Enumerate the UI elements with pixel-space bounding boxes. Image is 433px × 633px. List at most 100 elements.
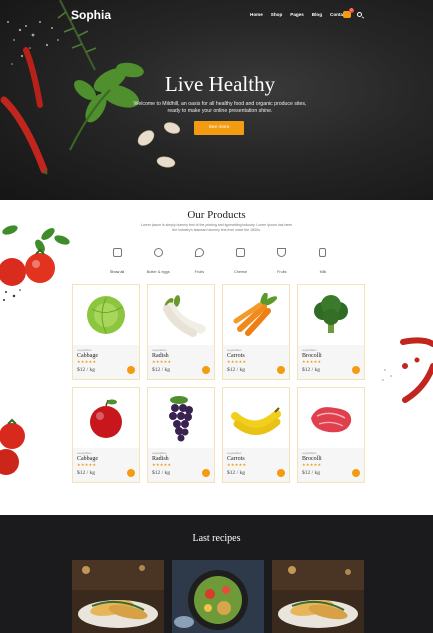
filter-label: Butter & eggs — [146, 270, 170, 274]
product-category: vegetables — [152, 451, 167, 455]
product-card[interactable]: vegetables Brocolli ★★★★★ $12 / kg — [297, 387, 365, 483]
filter-label: Milk — [319, 270, 327, 274]
hero-subtitle: Welcome to Mildhill, an oasis for all he… — [133, 101, 307, 114]
add-to-cart-icon[interactable] — [202, 366, 210, 374]
product-card[interactable]: vegetables Radish ★★★★★ $12 / kg — [147, 284, 215, 380]
filter-butter-eggs[interactable]: Butter & eggs — [141, 248, 175, 278]
cart-count-badge: 0 — [349, 8, 354, 13]
cabbage-image — [87, 296, 125, 334]
rating-stars: ★★★★★ — [302, 462, 322, 467]
product-image — [223, 388, 289, 448]
filter-show-all[interactable]: Show all — [100, 248, 134, 278]
product-info: vegetables Radish ★★★★★ $12 / kg — [148, 448, 214, 482]
recipe-card[interactable] — [272, 560, 364, 633]
product-info: vegetables Radish ★★★★★ $12 / kg — [148, 345, 214, 379]
nav-item-pages[interactable]: Pages — [290, 12, 304, 17]
product-image — [148, 285, 214, 345]
rating-stars: ★★★★★ — [152, 359, 172, 364]
add-to-cart-icon[interactable] — [202, 469, 210, 477]
recipe-card[interactable] — [172, 560, 264, 633]
site-logo[interactable]: Sophia — [71, 8, 111, 22]
add-to-cart-icon[interactable] — [127, 469, 135, 477]
recipe-image — [172, 560, 264, 633]
product-filters: Show all Butter & eggs Fruits Cheese Fru… — [100, 248, 340, 278]
cheese-icon — [236, 248, 246, 257]
product-category: vegetables — [227, 451, 242, 455]
filter-label: Fruits — [277, 270, 287, 274]
filter-label: Show all — [109, 270, 125, 274]
recipe-card[interactable] — [72, 560, 164, 633]
product-image — [148, 388, 214, 448]
tomato-cluster-decoration — [0, 418, 25, 475]
product-card[interactable]: vegetables Brocolli ★★★★★ $12 / kg — [297, 284, 365, 380]
bananas-image — [231, 407, 281, 435]
add-to-cart-icon[interactable] — [352, 366, 360, 374]
rating-stars: ★★★★★ — [302, 359, 322, 364]
product-category: vegetables — [77, 348, 92, 352]
basket-icon — [112, 248, 122, 257]
milk-icon — [319, 248, 327, 257]
nav-item-shop[interactable]: Shop — [271, 12, 282, 17]
egg-icon — [153, 248, 163, 257]
recipe-image — [272, 560, 364, 633]
filter-cheese[interactable]: Cheese — [224, 248, 258, 278]
rating-stars: ★★★★★ — [152, 462, 172, 467]
product-image — [298, 388, 364, 448]
product-card[interactable]: vegetables Carrots ★★★★★ $12 / kg — [222, 387, 290, 483]
see-more-button[interactable]: See more — [194, 121, 244, 135]
product-image — [223, 285, 289, 345]
product-card[interactable]: vegetables Cabbage ★★★★★ $12 / kg — [72, 387, 140, 483]
fruit-icon — [194, 248, 204, 257]
product-card[interactable]: vegetables Cabbage ★★★★★ $12 / kg — [72, 284, 140, 380]
rating-stars: ★★★★★ — [227, 359, 247, 364]
add-to-cart-icon[interactable] — [127, 366, 135, 374]
product-info: vegetables Carrots ★★★★★ $12 / kg — [223, 448, 289, 482]
grapes-image — [169, 396, 193, 442]
product-card[interactable]: vegetables Radish ★★★★★ $12 / kg — [147, 387, 215, 483]
tomatoes-decoration — [0, 225, 70, 301]
meat-image — [311, 407, 352, 433]
rating-stars: ★★★★★ — [77, 359, 97, 364]
filter-fruits[interactable]: Fruits — [182, 248, 216, 278]
nav-item-blog[interactable]: Blog — [312, 12, 322, 17]
product-info: vegetables Brocolli ★★★★★ $12 / kg — [298, 345, 364, 379]
search-icon[interactable] — [357, 12, 362, 17]
add-to-cart-icon[interactable] — [352, 469, 360, 477]
rating-stars: ★★★★★ — [227, 462, 247, 467]
add-to-cart-icon[interactable] — [277, 366, 285, 374]
product-category: vegetables — [302, 451, 317, 455]
filter-milk[interactable]: Milk — [306, 248, 340, 278]
hero-background-herbs — [0, 0, 181, 175]
radish-image — [163, 295, 206, 337]
filter-label: Fruits — [194, 270, 205, 274]
product-category: vegetables — [227, 348, 242, 352]
product-info: vegetables Cabbage ★★★★★ $12 / kg — [73, 448, 139, 482]
hero-section: Sophia Home Shop Pages Blog Contact 0 Li… — [0, 0, 433, 200]
product-image — [298, 285, 364, 345]
chili-decoration — [382, 337, 433, 403]
bowl-icon — [277, 248, 287, 257]
recipes-title: Last recipes — [192, 533, 241, 544]
recipes-section: Last recipes — [0, 515, 433, 633]
nav-item-home[interactable]: Home — [250, 12, 263, 17]
product-info: vegetables Cabbage ★★★★★ $12 / kg — [73, 345, 139, 379]
product-info: vegetables Carrots ★★★★★ $12 / kg — [223, 345, 289, 379]
add-to-cart-icon[interactable] — [277, 469, 285, 477]
hero-title: Live Healthy — [164, 72, 276, 96]
broccoli-image — [314, 295, 348, 333]
product-image — [73, 285, 139, 345]
main-nav: Home Shop Pages Blog Contact — [250, 12, 355, 17]
carrots-image — [233, 293, 278, 336]
products-description: Lorem Ipsum is simply dummy text of the … — [140, 223, 293, 232]
filter-label: Cheese — [234, 270, 248, 274]
product-image — [73, 388, 139, 448]
rating-stars: ★★★★★ — [77, 462, 97, 467]
product-category: vegetables — [77, 451, 92, 455]
filter-fruits-bowl[interactable]: Fruits — [265, 248, 299, 278]
product-card[interactable]: vegetables Carrots ★★★★★ $12 / kg — [222, 284, 290, 380]
products-title: Our Products — [187, 209, 246, 221]
recipe-image — [72, 560, 164, 633]
product-info: vegetables Brocolli ★★★★★ $12 / kg — [298, 448, 364, 482]
apple-image — [90, 399, 122, 438]
product-category: vegetables — [302, 348, 317, 352]
